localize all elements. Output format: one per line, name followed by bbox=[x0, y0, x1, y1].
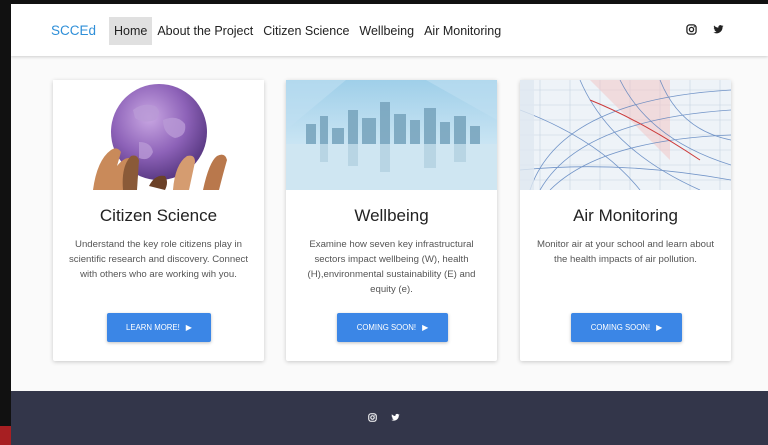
button-label: COMING SOON! bbox=[356, 323, 417, 332]
instagram-icon[interactable] bbox=[368, 413, 377, 422]
card-title: Air Monitoring bbox=[573, 206, 678, 225]
nav-link-citizen-science[interactable]: Citizen Science bbox=[258, 17, 354, 45]
play-arrow-icon: ▶ bbox=[422, 323, 429, 332]
top-navbar: SCCEd Home About the Project Citizen Sci… bbox=[11, 4, 768, 56]
card-title: Wellbeing bbox=[354, 206, 429, 225]
globe-hands-image bbox=[53, 80, 264, 190]
nav-link-about[interactable]: About the Project bbox=[152, 17, 258, 45]
nav-social-icons bbox=[686, 24, 724, 35]
footer bbox=[11, 391, 768, 445]
browser-page: SCCEd Home About the Project Citizen Sci… bbox=[11, 4, 768, 445]
card-citizen-science: Citizen Science Understand the key role … bbox=[53, 80, 264, 361]
button-label: LEARN MORE! bbox=[126, 323, 180, 332]
brand-logo-link[interactable]: SCCEd bbox=[51, 23, 96, 38]
instagram-icon[interactable] bbox=[686, 24, 697, 35]
nav-links: Home About the Project Citizen Science W… bbox=[109, 17, 506, 45]
card-wellbeing: Wellbeing Examine how seven key infrastr… bbox=[286, 80, 497, 361]
nav-link-air-monitoring[interactable]: Air Monitoring bbox=[419, 17, 506, 45]
air-chart-image bbox=[520, 80, 731, 190]
city-skyline-image bbox=[286, 80, 497, 190]
play-arrow-icon: ▶ bbox=[185, 323, 192, 332]
nav-link-wellbeing[interactable]: Wellbeing bbox=[354, 17, 419, 45]
play-arrow-icon: ▶ bbox=[656, 323, 663, 332]
card-description: Understand the key role citizens play in… bbox=[69, 239, 248, 280]
card-description: Examine how seven key infrastructural se… bbox=[307, 239, 476, 295]
coming-soon-button[interactable]: COMING SOON! ▶ bbox=[337, 313, 448, 342]
background-red-strip bbox=[0, 426, 11, 445]
coming-soon-button[interactable]: COMING SOON! ▶ bbox=[571, 313, 682, 342]
button-label: COMING SOON! bbox=[590, 323, 651, 332]
nav-link-home[interactable]: Home bbox=[109, 17, 153, 45]
card-description: Monitor air at your school and learn abo… bbox=[536, 239, 715, 265]
footer-social-icons bbox=[368, 413, 400, 422]
card-air-monitoring: Air Monitoring Monitor air at your schoo… bbox=[520, 80, 731, 361]
twitter-icon[interactable] bbox=[713, 24, 724, 35]
twitter-icon[interactable] bbox=[391, 413, 400, 422]
card-title: Citizen Science bbox=[99, 206, 218, 225]
learn-more-button[interactable]: LEARN MORE! ▶ bbox=[107, 313, 211, 342]
